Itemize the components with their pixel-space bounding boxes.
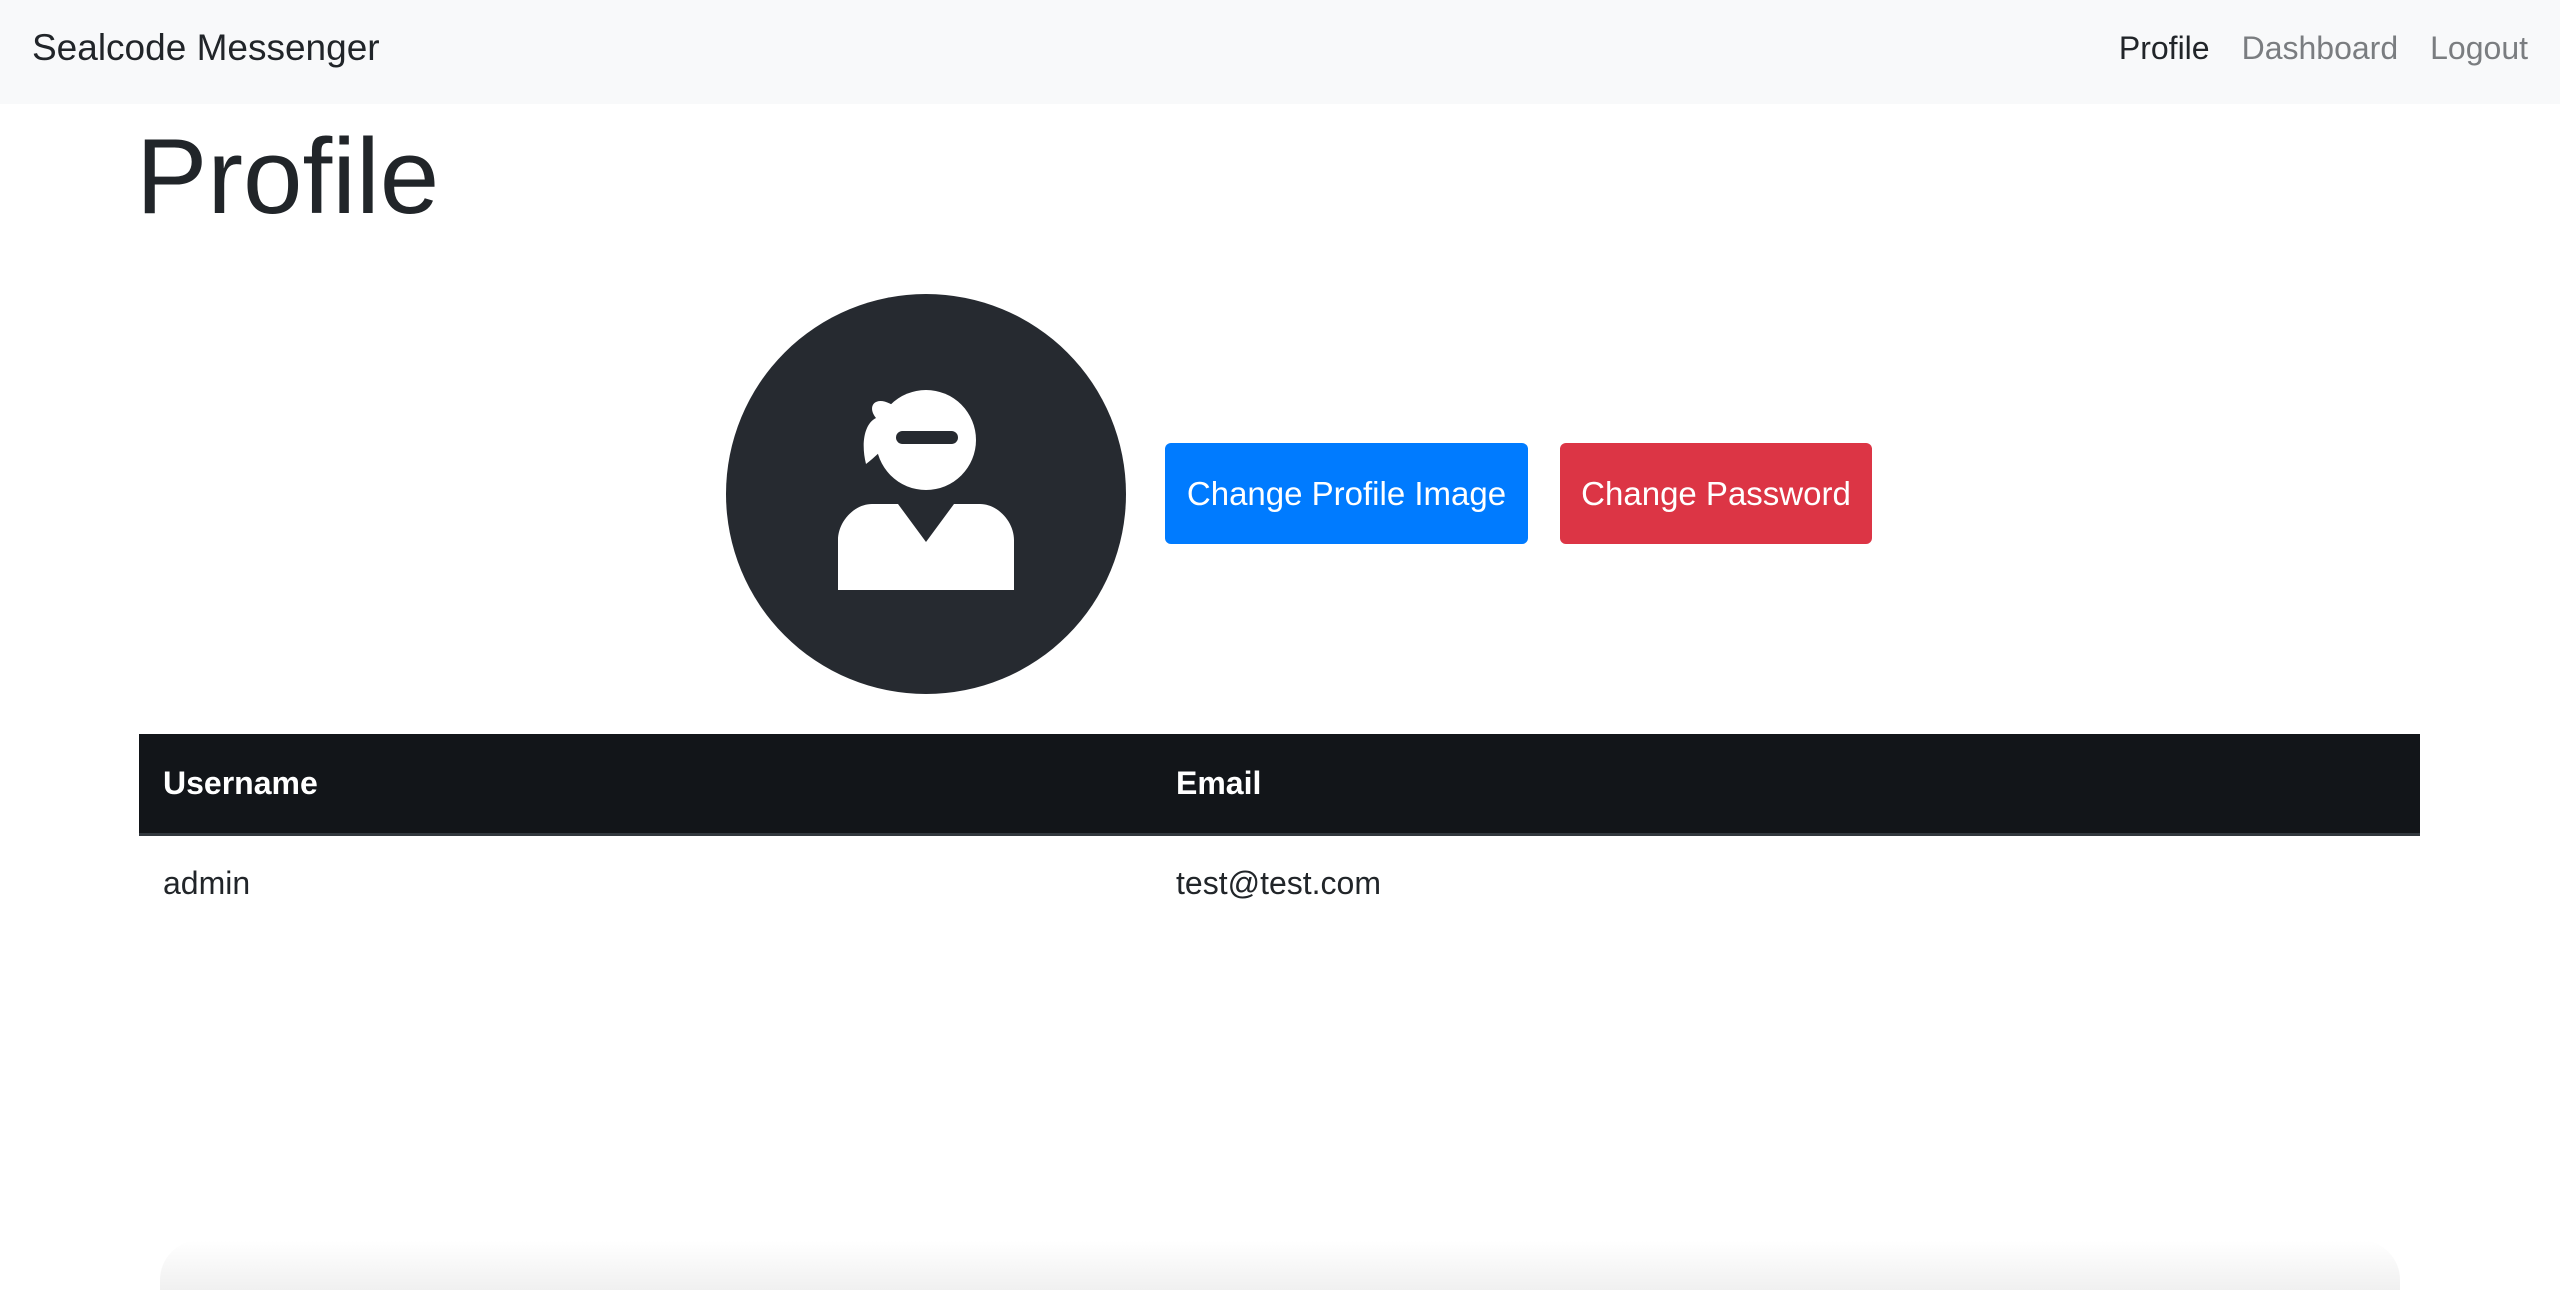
column-header-email: Email [1152,734,2420,836]
cell-username: admin [163,865,251,902]
table-row: admin test@test.com [139,834,2420,932]
page-title: Profile [136,116,440,236]
user-info-table: Username Email admin test@test.com [139,734,2420,932]
bottom-shadow [160,1240,2400,1290]
cell-email: test@test.com [1176,865,1381,902]
ninja-user-icon [838,390,1014,590]
avatar [726,294,1126,694]
nav-link-profile[interactable]: Profile [2119,22,2210,74]
navbar: Sealcode Messenger Profile Dashboard Log… [0,0,2560,104]
column-header-username: Username [139,734,1152,836]
change-profile-image-button[interactable]: Change Profile Image [1165,443,1528,544]
navbar-brand[interactable]: Sealcode Messenger [32,22,380,74]
nav-link-dashboard[interactable]: Dashboard [2242,22,2399,74]
nav-links: Profile Dashboard Logout [2119,22,2528,74]
nav-link-logout[interactable]: Logout [2430,22,2528,74]
change-password-button[interactable]: Change Password [1560,443,1872,544]
table-header-row: Username Email [139,734,2420,836]
